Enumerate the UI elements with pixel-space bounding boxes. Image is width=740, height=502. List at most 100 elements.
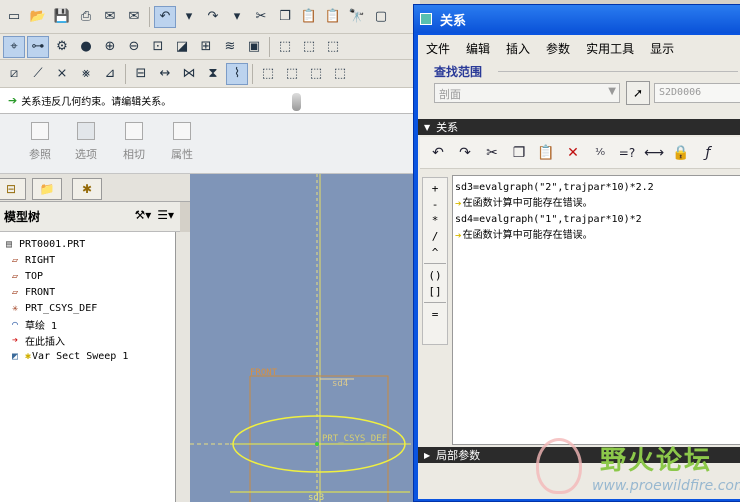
view-manager-icon[interactable]: ▣ — [243, 36, 265, 58]
save-icon[interactable]: 💾 — [51, 6, 73, 28]
dash-tab-tangency[interactable]: 相切 — [114, 122, 154, 162]
sketch-display-icon[interactable]: ⊶ — [27, 35, 49, 58]
delete-icon[interactable]: ✕ — [561, 141, 585, 165]
operator-divide-button[interactable]: / — [424, 228, 446, 244]
filter-icon-4[interactable]: ⬚ — [329, 63, 351, 85]
redo-icon[interactable]: ↷ — [202, 6, 224, 28]
zoom-out-icon[interactable]: ⊖ — [123, 36, 145, 58]
evaluate-icon[interactable]: =? — [615, 141, 639, 165]
paste-icon[interactable]: 📋 — [534, 141, 558, 165]
operator-brackets-button[interactable]: [] — [424, 283, 446, 299]
filter-icon-1[interactable]: ⬚ — [257, 63, 279, 85]
redo-dropdown-icon[interactable]: ▾ — [226, 6, 248, 28]
sketch-orient-icon[interactable]: ⊟ — [130, 63, 152, 85]
tab-model-tree-icon[interactable]: ⊟ — [0, 178, 26, 200]
paste-icon[interactable]: 📋 — [298, 6, 320, 28]
relation-line[interactable]: sd4=evalgraph("1",trajpar*10)*2 — [455, 212, 738, 228]
look-in-combo[interactable]: 剖面 ▼ — [434, 83, 620, 103]
filter-icon-3[interactable]: ⬚ — [305, 63, 327, 85]
operator-power-button[interactable]: ^ — [424, 244, 446, 260]
reorient-icon[interactable]: ◪ — [171, 36, 193, 58]
mail-attach-icon[interactable]: ✉ — [123, 6, 145, 28]
dash-tab-references[interactable]: 参照 — [20, 122, 60, 162]
datum-plane-toggle-icon[interactable]: ⧄ — [3, 63, 25, 85]
tree-item-part[interactable]: ▤ PRT0001.PRT — [2, 236, 85, 252]
tree-item-top[interactable]: ▱ TOP — [8, 268, 43, 284]
csys-toggle-icon[interactable]: ⨳ — [75, 63, 97, 85]
datum-point-toggle-icon[interactable]: ⨯ — [51, 63, 73, 85]
verify-relations-icon[interactable]: 🔒 — [669, 141, 693, 165]
dash-tab-options[interactable]: 选项 — [66, 122, 106, 162]
layers-icon[interactable]: ≋ — [219, 36, 241, 58]
tree-settings-icon[interactable]: ⚒▾ — [134, 208, 151, 222]
sort-relations-icon[interactable]: ⟷ — [642, 141, 666, 165]
undo-icon[interactable]: ↶ — [426, 141, 450, 165]
datum-axis-toggle-icon[interactable]: ⟋ — [27, 63, 49, 85]
operator-multiply-button[interactable]: * — [424, 212, 446, 228]
redo-icon[interactable]: ↷ — [453, 141, 477, 165]
graphics-window[interactable]: FRONT sd4 PRT_CSYS_DEF sd3 — [190, 174, 420, 502]
menu-show[interactable]: 显示 — [642, 40, 682, 57]
find-icon[interactable]: 🔭 — [346, 6, 368, 28]
tree-item-sketch[interactable]: ⌒ 草绘 1 — [8, 316, 57, 332]
operator-equals-button[interactable]: = — [424, 306, 446, 322]
undo-icon[interactable]: ↶ — [154, 5, 176, 28]
dialog-titlebar[interactable]: 关系 — [414, 5, 740, 33]
hidden-line-icon[interactable]: ⬚ — [298, 36, 320, 58]
relation-line[interactable]: sd3=evalgraph("2",trajpar*10)*2.2 — [455, 180, 738, 196]
copy-icon[interactable]: ❐ — [274, 6, 296, 28]
new-file-icon[interactable]: ▭ — [3, 6, 25, 28]
send-mail-icon[interactable]: ✉ — [99, 6, 121, 28]
tree-item-csys[interactable]: ✳ PRT_CSYS_DEF — [8, 300, 97, 316]
operator-plus-button[interactable]: + — [424, 180, 446, 196]
cut-icon[interactable]: ✂ — [480, 141, 504, 165]
tree-item-var-sect-sweep[interactable]: ◩ ✱ Var Sect Sweep 1 — [8, 348, 128, 364]
operator-parens-button[interactable]: () — [424, 267, 446, 283]
modify-icon[interactable]: ⧗ — [202, 63, 224, 85]
selected-section-field[interactable]: S2D0006 — [654, 83, 740, 103]
relations-section-header[interactable]: ▼ 关系 — [418, 119, 740, 135]
model-tree-tools: ⚒▾ ☰▾ — [134, 208, 174, 222]
select-box-icon[interactable]: ▢ — [370, 6, 392, 28]
shading-icon[interactable]: ● — [75, 36, 97, 58]
constraint-icon[interactable]: ⋈ — [178, 63, 200, 85]
dimension-icon[interactable]: ↔ — [154, 63, 176, 85]
zoom-in-icon[interactable]: ⊕ — [99, 36, 121, 58]
tree-item-insert-here[interactable]: ➔ 在此插入 — [8, 332, 65, 348]
dialog-body: 文件 编辑 插入 参数 实用工具 显示 查找范围 剖面 ▼ ➚ S2D0006 … — [418, 35, 740, 499]
tree-item-front[interactable]: ▱ FRONT — [8, 284, 55, 300]
cut-icon[interactable]: ✂ — [250, 6, 272, 28]
tab-favorites-icon[interactable]: ✱ — [72, 178, 102, 200]
annotation-toggle-icon[interactable]: ⊿ — [99, 63, 121, 85]
saved-views-icon[interactable]: ⊞ — [195, 36, 217, 58]
wireframe-icon[interactable]: ⬚ — [274, 36, 296, 58]
tree-show-icon[interactable]: ☰▾ — [157, 208, 174, 222]
undo-dropdown-icon[interactable]: ▾ — [178, 6, 200, 28]
operator-minus-button[interactable]: - — [424, 196, 446, 212]
tab-folder-browser-icon[interactable]: 📁 — [32, 178, 62, 200]
relations-editor[interactable]: sd3=evalgraph("2",trajpar*10)*2.2 ➔ 在函数计… — [452, 175, 740, 445]
sketcher-display-icon[interactable]: ⌇ — [226, 62, 248, 85]
menu-file[interactable]: 文件 — [418, 40, 458, 57]
menu-insert[interactable]: 插入 — [498, 40, 538, 57]
show-values-icon[interactable]: ⅟₀ — [588, 141, 612, 165]
select-cursor-icon[interactable]: ➚ — [626, 81, 650, 105]
no-hidden-icon[interactable]: ⬚ — [322, 36, 344, 58]
menu-edit[interactable]: 编辑 — [458, 40, 498, 57]
refit-icon[interactable]: ⊡ — [147, 36, 169, 58]
regenerate-icon[interactable]: ⚙ — [51, 36, 73, 58]
tree-item-right[interactable]: ▱ RIGHT — [8, 252, 55, 268]
print-icon[interactable]: ⎙ — [75, 6, 97, 28]
dash-tab-properties[interactable]: 属性 — [162, 122, 202, 162]
filter-icon-2[interactable]: ⬚ — [281, 63, 303, 85]
tree-sash[interactable] — [176, 232, 190, 502]
sketch-icon: ⌒ — [11, 318, 19, 330]
menu-parameters[interactable]: 参数 — [538, 40, 578, 57]
open-file-icon[interactable]: 📂 — [27, 6, 49, 28]
relations-section-label: 关系 — [436, 121, 459, 134]
function-icon[interactable]: ƒ — [696, 141, 720, 165]
copy-icon[interactable]: ❐ — [507, 141, 531, 165]
menu-utilities[interactable]: 实用工具 — [578, 40, 642, 57]
paste-special-icon[interactable]: 📋 — [322, 6, 344, 28]
datum-display-icon[interactable]: ⌖ — [3, 35, 25, 58]
